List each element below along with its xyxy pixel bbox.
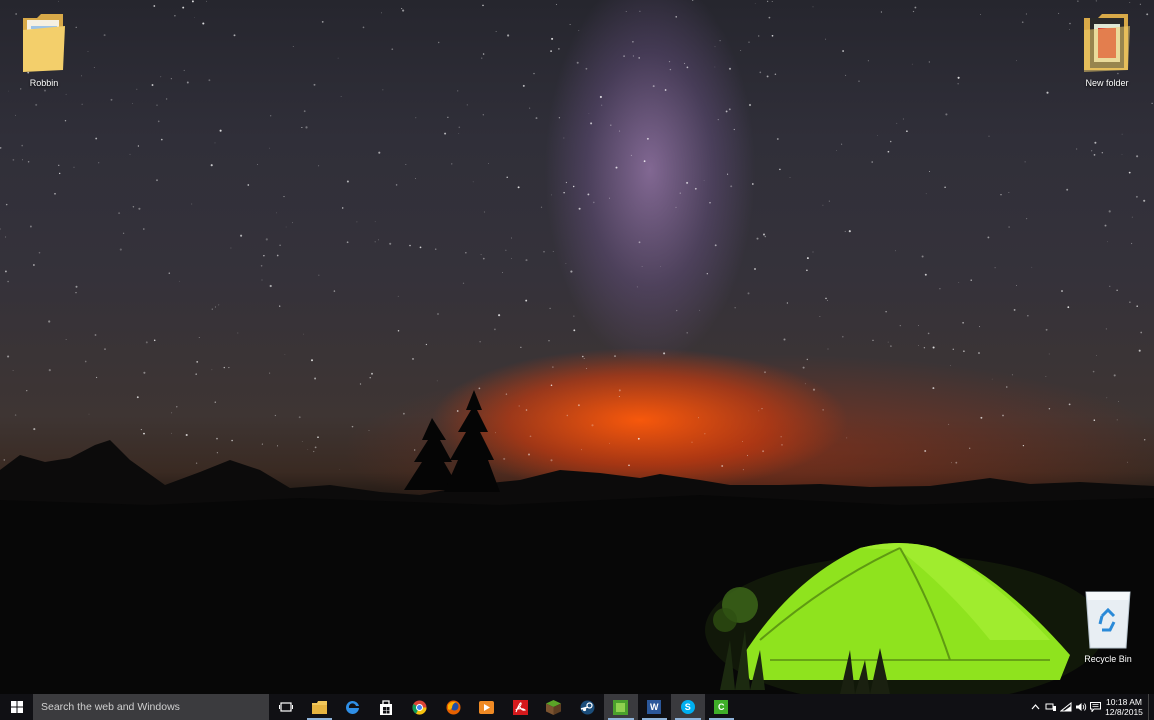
tray-wifi[interactable] (1058, 694, 1073, 720)
steam-icon (580, 700, 595, 714)
word-icon: W (647, 700, 662, 714)
edge-icon (346, 700, 360, 714)
taskbar-file-explorer[interactable] (303, 694, 337, 720)
green-c-icon: C (714, 700, 729, 714)
show-hidden-icons-button[interactable] (1028, 694, 1043, 720)
start-button[interactable] (0, 694, 33, 720)
taskbar-chrome[interactable] (403, 694, 437, 720)
volume-icon (1075, 703, 1086, 711)
store-icon (380, 699, 393, 715)
tray-network-alt[interactable] (1043, 694, 1058, 720)
taskbar-media-player[interactable] (470, 694, 504, 720)
search-placeholder: Search the web and Windows (41, 701, 180, 713)
windows-logo-icon (10, 701, 23, 713)
network-alt-icon (1045, 703, 1056, 711)
recycle-bin-icon (1085, 591, 1131, 649)
search-box[interactable]: Search the web and Windows (33, 694, 269, 720)
tray-volume[interactable] (1073, 694, 1088, 720)
action-center-icon (1090, 702, 1101, 712)
play-icon (479, 700, 495, 714)
clock-date: 12/8/2015 (1105, 707, 1143, 717)
taskbar-firefox[interactable] (437, 694, 471, 720)
clock-time: 10:18 AM (1106, 697, 1142, 707)
folder-icon (311, 700, 327, 714)
taskbar-task-view[interactable] (269, 694, 303, 720)
taskbar: Search the web and Windows W S C 10:18 A… (0, 694, 1154, 720)
desktop-wallpaper (0, 0, 1154, 694)
desktop-icon-recycle-bin[interactable]: Recycle Bin (1071, 586, 1145, 664)
video-folder-icon (1084, 14, 1130, 72)
task-view-icon (278, 702, 293, 712)
green-app-icon (613, 699, 629, 715)
taskbar-edge[interactable] (336, 694, 370, 720)
taskbar-camtasia[interactable] (604, 694, 638, 720)
skype-icon: S (680, 700, 695, 714)
taskbar-store[interactable] (370, 694, 404, 720)
desktop-icon-label: Robbin (29, 78, 59, 88)
taskbar-skype[interactable]: S (671, 694, 705, 720)
desktop-icon-robbin[interactable]: Robbin (7, 10, 81, 88)
folder-icon (23, 14, 65, 72)
system-tray: 10:18 AM 12/8/2015 (1028, 694, 1154, 720)
desktop-icon-new-folder[interactable]: New folder (1070, 10, 1144, 88)
show-desktop-button[interactable] (1148, 694, 1154, 720)
pdf-icon (512, 699, 528, 715)
taskbar-acrobat[interactable] (504, 694, 538, 720)
clock[interactable]: 10:18 AM 12/8/2015 (1103, 697, 1145, 717)
grass-block-icon (546, 699, 562, 715)
chevron-up-icon (1031, 704, 1040, 710)
taskbar-minecraft[interactable] (537, 694, 571, 720)
firefox-icon (446, 700, 461, 714)
wifi-icon (1059, 702, 1071, 712)
chrome-icon (412, 700, 427, 715)
desktop-icon-label: Recycle Bin (1084, 654, 1132, 664)
tray-action-center[interactable] (1088, 694, 1103, 720)
taskbar-recorder[interactable]: C (705, 694, 739, 720)
taskbar-steam[interactable] (571, 694, 605, 720)
taskbar-word[interactable]: W (638, 694, 672, 720)
desktop-icon-label: New folder (1085, 78, 1129, 88)
landscape-silhouette (0, 390, 1154, 694)
